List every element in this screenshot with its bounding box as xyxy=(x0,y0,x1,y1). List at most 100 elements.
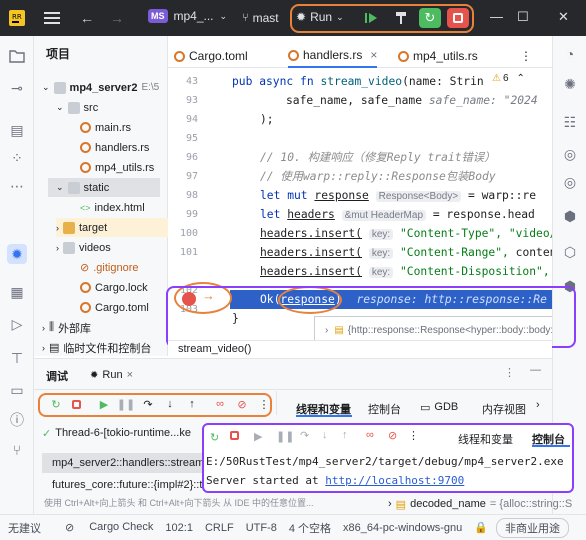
tree-item-external-libs[interactable]: › ⫼ 外部库 xyxy=(42,318,91,337)
code-line-43: pub async fn stream_video(name: Strin xyxy=(232,72,484,91)
rerun-debug-button[interactable]: ↻ xyxy=(419,8,441,28)
more-tabs-icon[interactable]: ⋮ xyxy=(520,44,532,68)
root-path: E:\5 xyxy=(141,82,160,93)
folder-icon xyxy=(63,241,75,254)
type-hint: &mut HeaderMap xyxy=(341,210,427,221)
inline-value-hint: safe_name: "2024 xyxy=(428,94,538,107)
chevron-right-icon[interactable]: › xyxy=(536,399,540,411)
tree-item-cargo-lock[interactable]: Cargo.lock xyxy=(80,278,148,297)
commit-icon[interactable]: ⊸ xyxy=(7,78,27,98)
tree-item-src[interactable]: ⌄ src xyxy=(56,98,98,117)
frame-item[interactable]: mp4_server2::handlers::stream xyxy=(42,453,202,473)
status-toolchain[interactable]: x86_64-pc-windows-gnu xyxy=(343,522,462,534)
run-tool-icon[interactable]: ▷ xyxy=(7,314,27,334)
subtab-gdb[interactable]: ▭ GDB xyxy=(420,401,458,414)
terminal-icon[interactable]: ▭ xyxy=(7,380,27,400)
tree-label: src xyxy=(83,101,99,114)
code-token: conten xyxy=(515,246,552,259)
tree-item-index-html[interactable]: <> index.html xyxy=(80,198,145,217)
more-icon[interactable]: ⋮ xyxy=(504,366,515,379)
tab-debug[interactable]: 调试 xyxy=(46,368,68,384)
minimize-panel-icon[interactable]: — xyxy=(530,364,541,376)
tree-item-main-rs[interactable]: main.rs xyxy=(80,118,131,137)
resume-icon[interactable] xyxy=(362,8,380,28)
build-icon[interactable]: ⊤ xyxy=(7,348,27,368)
variable-row[interactable]: › ▤ decoded_name = {alloc::string::S xyxy=(388,498,572,511)
tree-item-mp4-utils-rs[interactable]: mp4_utils.rs xyxy=(80,158,154,177)
html-file-icon: <> xyxy=(80,202,91,213)
ai-assistant-icon[interactable]: ✺ xyxy=(560,74,580,94)
database-icon[interactable]: ☷ xyxy=(560,112,580,132)
tree-item-cargo-toml[interactable]: Cargo.toml xyxy=(80,298,149,317)
main-menu-icon[interactable] xyxy=(42,8,62,28)
tab-mp4-utils-rs[interactable]: mp4_utils.rs xyxy=(398,44,478,68)
bug-icon: ✹ xyxy=(296,10,307,24)
breadcrumb-item[interactable]: stream_video() xyxy=(178,343,251,355)
cargo-file-icon xyxy=(80,302,91,313)
divider xyxy=(34,389,552,390)
tab-label: GDB xyxy=(434,401,459,413)
status-line-separator[interactable]: CRLF xyxy=(205,522,234,534)
tab-cargo-toml[interactable]: Cargo.toml xyxy=(174,44,248,68)
debug-tool-icon[interactable]: ✹ xyxy=(7,244,27,264)
minimize-icon[interactable]: — xyxy=(490,9,503,24)
status-cargo[interactable]: ⊘ Cargo Check xyxy=(53,521,153,534)
plugin-ring-icon-2[interactable]: ◎ xyxy=(560,172,580,192)
annotation-console xyxy=(202,423,574,493)
tree-item-target[interactable]: › target xyxy=(56,218,168,237)
run-config-selector[interactable]: ✹ Run ⌄ xyxy=(296,10,344,24)
code-token: "Content-Type", "video/ xyxy=(400,227,552,240)
subtab-console[interactable]: 控制台 xyxy=(368,401,401,417)
services-icon[interactable]: ▦ xyxy=(7,282,27,302)
folder-icon xyxy=(53,81,66,94)
run-config-label: Run xyxy=(310,10,333,24)
status-caret-position[interactable]: 102:1 xyxy=(165,522,193,534)
tab-label: Cargo.toml xyxy=(189,49,248,63)
close-icon[interactable]: × xyxy=(370,48,377,62)
plugins-icon[interactable]: ⁘ xyxy=(7,148,27,168)
folder-icon[interactable] xyxy=(7,46,27,66)
project-selector[interactable]: MS mp4_... ⌄ xyxy=(148,9,227,23)
cargo-icon[interactable]: ⬢ xyxy=(560,206,580,226)
branch-selector[interactable]: ⑂ mast xyxy=(242,11,279,25)
tree-item-static[interactable]: ⌄ static xyxy=(48,178,160,197)
chevron-right-icon: › xyxy=(42,322,45,333)
left-tool-strip: ⊸ ▤ ⁘ ⋯ ✹ ▦ ▷ ⊤ ▭ ⓘ ⑂ xyxy=(0,36,34,514)
rust-file-icon xyxy=(80,122,91,133)
subtab-memory[interactable]: 内存视图 xyxy=(482,401,526,417)
git-icon[interactable]: ⑂ xyxy=(7,440,27,460)
hammer-icon[interactable] xyxy=(392,8,410,28)
tree-label: Cargo.lock xyxy=(95,281,148,294)
ignore-file-icon: ⊘ xyxy=(80,262,90,274)
status-indent[interactable]: 4 个空格 xyxy=(289,520,331,536)
back-arrow-icon[interactable]: ← xyxy=(78,8,96,28)
license-badge[interactable]: 非商业用途 xyxy=(495,517,569,538)
structure-icon[interactable]: ▤ xyxy=(7,120,27,140)
tree-item-videos[interactable]: › videos xyxy=(56,238,111,257)
maximize-icon[interactable]: ☐ xyxy=(517,9,529,25)
status-suggestions[interactable]: 无建议 xyxy=(8,520,41,536)
tab-handlers-rs[interactable]: handlers.rs × xyxy=(288,44,378,68)
tree-root[interactable]: ⌄ mp4_server2 E:\5 xyxy=(42,78,159,97)
warnings-indicator[interactable]: ⚠ 6 ⌃ xyxy=(492,73,525,84)
bug-icon: ✹ xyxy=(90,369,99,381)
notifications-icon[interactable]: ◔ xyxy=(560,44,580,64)
tree-item-scratches[interactable]: › ▤ 临时文件和控制台 xyxy=(42,338,151,357)
forward-arrow-icon[interactable]: → xyxy=(108,8,126,28)
frame-item[interactable]: futures_core::future::{impl#2}::t xyxy=(42,475,202,495)
plugin-ring-icon[interactable]: ◎ xyxy=(560,144,580,164)
line-number: 99 xyxy=(185,209,198,220)
tree-label: .gitignore xyxy=(93,261,139,274)
problems-icon[interactable]: ⓘ xyxy=(7,410,27,430)
close-icon[interactable]: ✕ xyxy=(558,9,569,25)
thread-selector[interactable]: ✓ Thread-6-[tokio-runtime...ke xyxy=(42,427,191,440)
stop-button[interactable] xyxy=(447,8,469,28)
status-encoding[interactable]: UTF-8 xyxy=(246,522,277,534)
tab-run[interactable]: ✹ Run × xyxy=(90,365,133,385)
tree-item-handlers-rs[interactable]: handlers.rs xyxy=(80,138,149,157)
more-icon[interactable]: ⋯ xyxy=(7,176,27,196)
close-icon[interactable]: × xyxy=(127,369,133,381)
line-number: 100 xyxy=(179,228,198,239)
tree-item-gitignore[interactable]: ⊘ .gitignore xyxy=(80,258,138,277)
flow-icon[interactable]: ⬡ xyxy=(560,242,580,262)
